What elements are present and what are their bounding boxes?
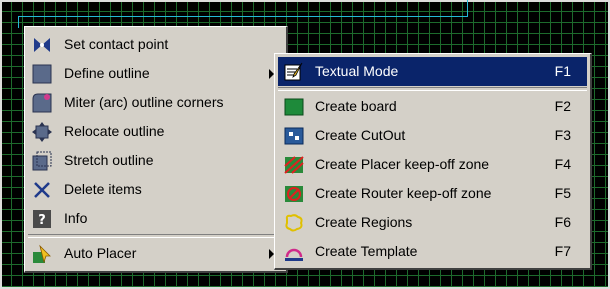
info-icon: ? (32, 209, 52, 229)
shortcut-key: F2 (554, 98, 571, 114)
submenu-item-create-board[interactable]: Create board F2 (278, 92, 587, 121)
shortcut-key: F4 (554, 156, 571, 172)
board-icon (284, 97, 304, 117)
shortcut-key: F5 (554, 185, 571, 201)
submenu-item-label: Create CutOut (315, 127, 406, 143)
submenu-item-label: Create Router keep-off zone (315, 185, 492, 201)
menu-item-label: Miter (arc) outline corners (64, 94, 224, 110)
menu-separator (28, 234, 283, 238)
menu-item-miter-corners[interactable]: Miter (arc) outline corners (25, 88, 286, 117)
auto-placer-icon (32, 244, 52, 264)
menu-item-label: Delete items (64, 181, 142, 197)
shortcut-key: F6 (554, 214, 571, 230)
regions-icon (284, 213, 304, 233)
menu-item-label: Set contact point (64, 36, 169, 52)
menu-item-label: Stretch outline (64, 152, 154, 168)
stretch-icon (32, 151, 52, 171)
menu-item-relocate-outline[interactable]: Relocate outline (25, 117, 286, 146)
menu-item-auto-placer[interactable]: Auto Placer (25, 239, 286, 268)
board-outline-right (467, 0, 468, 17)
svg-text:?: ? (38, 213, 46, 228)
delete-icon (32, 180, 52, 200)
submenu-item-label: Textual Mode (315, 63, 399, 79)
define-outline-submenu: Textual Mode F1 Create board F2 Create C… (274, 53, 592, 270)
context-menu: Set contact point Define outline Miter (… (24, 26, 288, 273)
submenu-item-label: Create Placer keep-off zone (315, 156, 490, 172)
router-keepoff-icon (284, 184, 304, 204)
menu-item-label: Auto Placer (64, 245, 137, 261)
submenu-item-create-regions[interactable]: Create Regions F6 (278, 208, 587, 237)
shortcut-key: F3 (554, 127, 571, 143)
textual-mode-icon (284, 62, 304, 82)
submenu-item-label: Create Template (315, 243, 418, 259)
outline-icon (32, 64, 52, 84)
menu-item-label: Info (64, 210, 88, 226)
board-outline-top (18, 16, 468, 17)
menu-item-set-contact-point[interactable]: Set contact point (25, 30, 286, 59)
submenu-item-label: Create board (315, 98, 397, 114)
submenu-item-create-template[interactable]: Create Template F7 (278, 237, 587, 266)
submenu-item-create-router-keepoff[interactable]: Create Router keep-off zone F5 (278, 179, 587, 208)
submenu-item-textual-mode[interactable]: Textual Mode F1 (278, 57, 587, 86)
submenu-item-create-placer-keepoff[interactable]: Create Placer keep-off zone F4 (278, 150, 587, 179)
board-outline-left (18, 16, 19, 28)
shortcut-key: F1 (554, 63, 571, 79)
shortcut-key: F7 (554, 243, 571, 259)
menu-item-label: Relocate outline (64, 123, 165, 139)
miter-corners-icon (32, 93, 52, 113)
menu-item-define-outline[interactable]: Define outline (25, 59, 286, 88)
menu-item-label: Define outline (64, 65, 150, 81)
menu-separator (278, 87, 587, 91)
submenu-item-label: Create Regions (315, 214, 413, 230)
menu-item-delete-items[interactable]: Delete items (25, 175, 286, 204)
menu-item-info[interactable]: ? Info (25, 204, 286, 233)
submenu-item-create-cutout[interactable]: Create CutOut F3 (278, 121, 587, 150)
relocate-icon (32, 122, 52, 142)
contact-point-icon (32, 35, 52, 55)
cutout-icon (284, 126, 304, 146)
placer-keepoff-icon (284, 155, 304, 175)
template-icon (284, 242, 304, 262)
menu-item-stretch-outline[interactable]: Stretch outline (25, 146, 286, 175)
